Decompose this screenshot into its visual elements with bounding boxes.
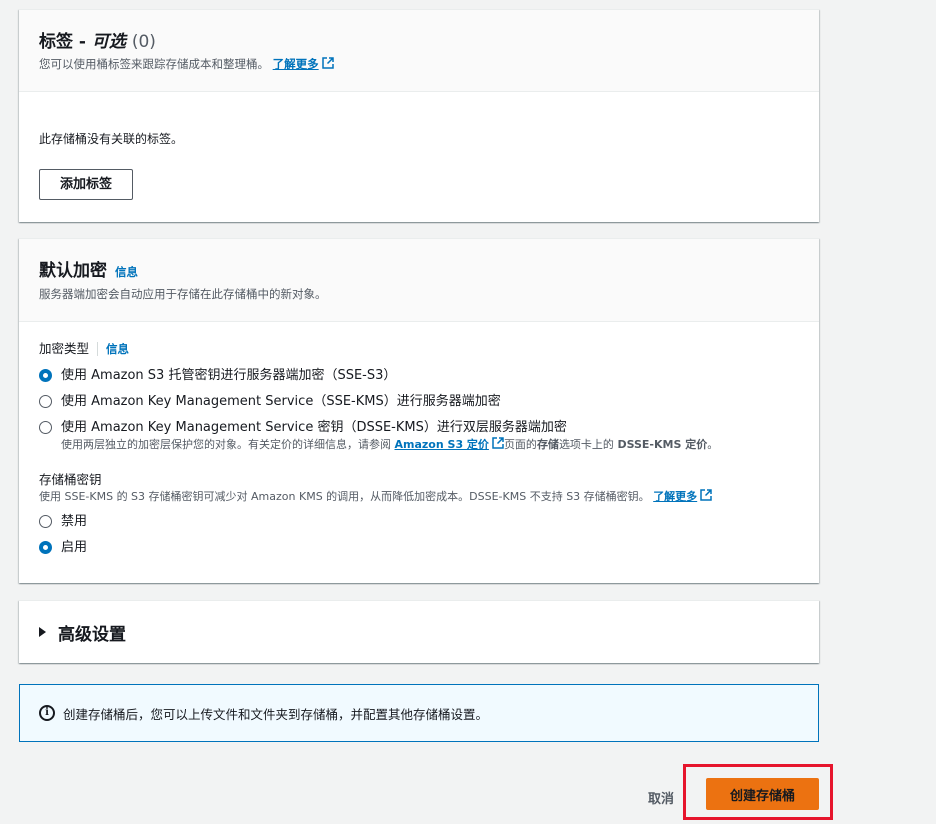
radio-bucket-key-enable[interactable]: 启用 [39,539,799,557]
info-circle-icon: i [39,705,55,721]
bucket-key-learn-more-link[interactable]: 了解更多 [653,490,697,503]
encryption-type-info-link[interactable]: 信息 [106,340,129,358]
tags-learn-more-link[interactable]: 了解更多 [273,57,319,71]
caret-right-icon [39,627,46,637]
encryption-title: 默认加密 信息 [39,261,138,281]
encryption-header: 默认加密 信息 服务器端加密会自动应用于存储在此存储桶中的新对象。 [19,239,819,322]
bucket-key-label: 存储桶密钥 [39,472,102,487]
tags-panel: 标签 - 可选 (0) 您可以使用桶标签来跟踪存储成本和整理桶。 了解更多 此存… [19,9,819,222]
advanced-settings-toggle[interactable]: 高级设置 [19,601,819,663]
radio-unselected-icon[interactable] [39,395,52,408]
external-link-icon [321,57,334,69]
external-link-icon [700,489,712,501]
radio-unselected-icon[interactable] [39,421,52,434]
advanced-settings-title: 高级设置 [58,624,126,645]
divider [97,342,99,356]
tags-empty-text: 此存储桶没有关联的标签。 [39,132,184,146]
tags-header: 标签 - 可选 (0) 您可以使用桶标签来跟踪存储成本和整理桶。 了解更多 [19,10,819,92]
s3-pricing-link[interactable]: Amazon S3 定价 [395,438,489,451]
default-encryption-panel: 默认加密 信息 服务器端加密会自动应用于存储在此存储桶中的新对象。 加密类型 信息… [19,238,819,583]
radio-sse-kms[interactable]: 使用 Amazon Key Management Service（SSE-KMS… [39,393,799,411]
tags-title: 标签 - 可选 (0) [39,32,156,52]
add-tag-button[interactable]: 添加标签 [39,169,134,200]
bucket-key-description: 使用 SSE-KMS 的 S3 存储桶密钥可减少对 Amazon KMS 的调用… [39,489,799,505]
encryption-info-link[interactable]: 信息 [115,265,138,279]
encryption-description: 服务器端加密会自动应用于存储在此存储桶中的新对象。 [39,287,327,301]
tags-description: 您可以使用桶标签来跟踪存储成本和整理桶。 了解更多 [39,56,799,72]
dsse-kms-description: 使用两层独立的加密层保护您的对象。有关定价的详细信息，请参阅 Amazon S3… [61,437,719,451]
radio-unselected-icon[interactable] [39,515,52,528]
external-link-icon [492,437,504,449]
cancel-button[interactable]: 取消 [640,784,682,811]
info-alert: i 创建存储桶后，您可以上传文件和文件夹到存储桶，并配置其他存储桶设置。 [19,684,819,742]
info-alert-text: 创建存储桶后，您可以上传文件和文件夹到存储桶，并配置其他存储桶设置。 [63,706,489,722]
tags-count: (0) [131,32,156,52]
encryption-type-label: 加密类型 信息 [39,340,130,358]
radio-sse-s3[interactable]: 使用 Amazon S3 托管密钥进行服务器端加密（SSE-S3） [39,367,799,385]
advanced-settings-panel[interactable]: 高级设置 [19,600,819,663]
radio-selected-icon[interactable] [39,369,52,382]
radio-selected-icon[interactable] [39,541,52,554]
create-bucket-button[interactable]: 创建存储桶 [706,778,819,810]
radio-dsse-kms[interactable]: 使用 Amazon Key Management Service 密钥（DSSE… [39,419,799,453]
radio-bucket-key-disable[interactable]: 禁用 [39,513,799,531]
